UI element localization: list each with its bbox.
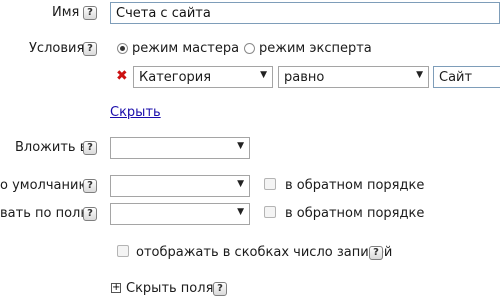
show-count-help-icon[interactable]: ? — [369, 246, 383, 260]
default-reverse-checkbox[interactable] — [264, 178, 276, 190]
name-input[interactable] — [110, 2, 500, 24]
conditions-help-icon[interactable]: ? — [83, 42, 97, 56]
expert-mode-label[interactable]: режим эксперта — [259, 41, 372, 57]
show-count-checkbox[interactable] — [117, 245, 129, 257]
by-field-reverse-label[interactable]: в обратном порядке — [285, 206, 424, 222]
condition-field-value: Категория — [139, 70, 212, 85]
nest-label: Вложить в — [15, 140, 88, 155]
show-count-label[interactable]: отображать в скобках число записей — [136, 245, 392, 261]
name-help-icon[interactable]: ? — [83, 6, 97, 20]
expert-mode-radio[interactable] — [244, 43, 255, 54]
name-label: Имя — [52, 5, 80, 20]
chevron-down-icon: ▼ — [416, 70, 423, 80]
nest-select[interactable]: ▼ — [110, 137, 250, 159]
chevron-down-icon: ▼ — [260, 70, 267, 80]
default-sort-select[interactable]: ▼ — [110, 175, 250, 197]
chevron-down-icon: ▼ — [237, 179, 244, 189]
expand-plus-icon[interactable]: + — [111, 283, 121, 293]
remove-condition-icon[interactable]: ✖ — [116, 68, 128, 84]
condition-field-select[interactable]: Категория ▼ — [133, 66, 273, 88]
hide-fields-help-icon[interactable]: ? — [213, 282, 227, 296]
chevron-down-icon: ▼ — [237, 207, 244, 217]
default-sort-help-icon[interactable]: ? — [83, 179, 97, 193]
hide-fields-label[interactable]: Скрыть поля — [126, 281, 213, 297]
default-reverse-label[interactable]: в обратном порядке — [285, 178, 424, 194]
chevron-down-icon: ▼ — [237, 141, 244, 151]
condition-value-text: Сайт — [439, 70, 473, 85]
condition-value-input[interactable]: Сайт — [433, 66, 500, 88]
condition-operator-select[interactable]: равно ▼ — [278, 66, 429, 88]
sort-by-field-help-icon[interactable]: ? — [83, 207, 97, 221]
conditions-label: Условия — [29, 41, 85, 56]
nest-help-icon[interactable]: ? — [83, 141, 97, 155]
wizard-mode-label[interactable]: режим мастера — [132, 41, 239, 57]
default-sort-label: о умолчанию — [0, 178, 90, 193]
hide-conditions-link[interactable]: Скрыть — [110, 105, 161, 121]
by-field-reverse-checkbox[interactable] — [264, 206, 276, 218]
sort-by-field-label: вать по полю — [0, 206, 92, 221]
sort-by-field-select[interactable]: ▼ — [110, 203, 250, 225]
wizard-mode-radio[interactable] — [117, 43, 128, 54]
condition-operator-value: равно — [284, 70, 325, 85]
